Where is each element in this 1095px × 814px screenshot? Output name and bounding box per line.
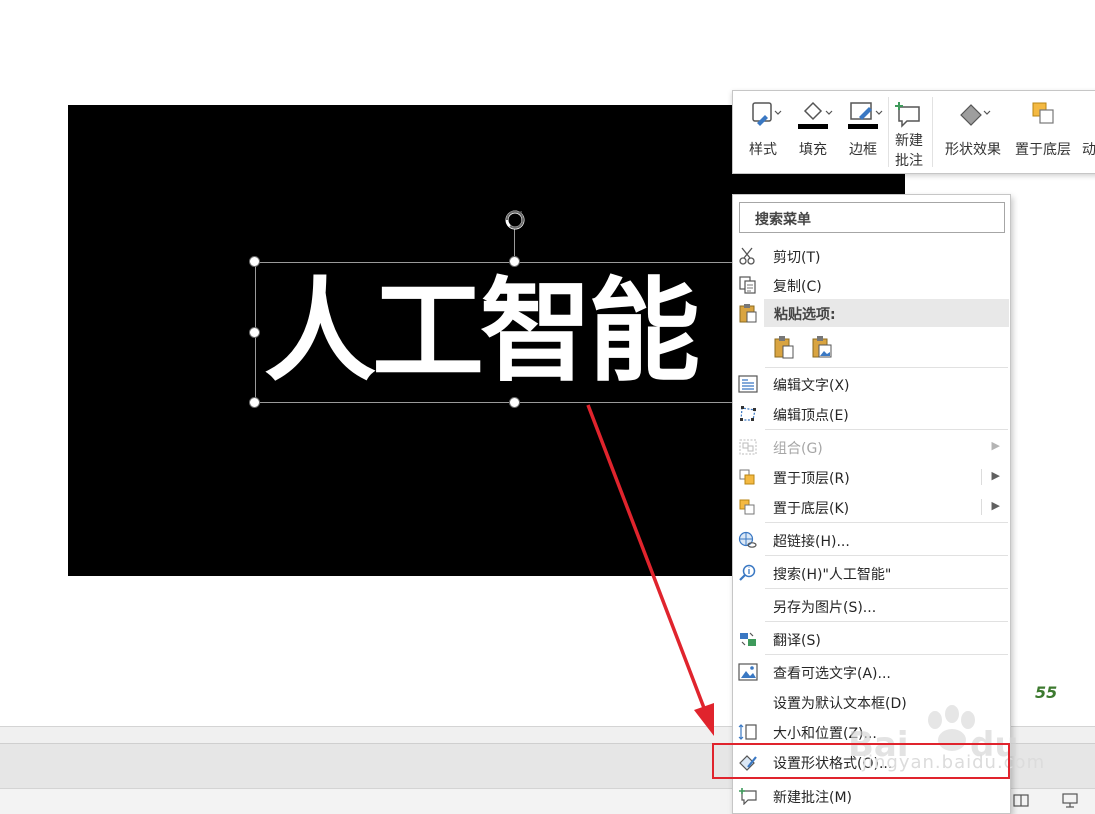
fill-label: 填充 [799, 142, 827, 158]
animation-label: 动 [1082, 142, 1095, 158]
menu-item-search[interactable]: 搜索(H)"人工智能" [733, 559, 1010, 587]
menu-label-send-to-back: 置于底层(K) [773, 501, 850, 517]
bring-to-front-icon [739, 469, 755, 485]
new-comment-icon [739, 788, 757, 805]
pen-outline-icon [848, 102, 883, 129]
menu-item-translate[interactable]: 翻译(S) [733, 625, 1010, 653]
edit-points-icon [740, 406, 756, 421]
shape-style-icon [752, 102, 782, 126]
new-comment-label: 新建 批注 [895, 133, 923, 169]
translate-icon [740, 632, 756, 646]
paste-clipboard-icon [739, 304, 757, 323]
menu-label-bring-to-front: 置于顶层(R) [773, 471, 850, 487]
menu-item-hyperlink[interactable]: 超链接(H)... [733, 526, 1010, 554]
menu-label-search: 搜索(H)"人工智能" [773, 567, 892, 583]
menu-item-send-to-back[interactable]: 置于底层(K) ▶ [733, 493, 1010, 521]
menu-search-input[interactable]: 搜索菜单 [739, 202, 1005, 233]
resize-handle-left[interactable] [249, 327, 260, 338]
menu-label-copy: 复制(C) [773, 279, 822, 295]
group-icon [739, 439, 757, 455]
send-to-back-icon [1032, 102, 1054, 124]
reading-view-icon[interactable] [1012, 792, 1030, 808]
send-to-back-label: 置于底层 [1015, 142, 1071, 158]
outline-label: 边框 [849, 142, 877, 158]
menu-separator [765, 555, 1008, 556]
paste-options-header: 粘贴选项: [764, 299, 1009, 327]
menu-item-bring-to-front[interactable]: 置于顶层(R) ▶ [733, 463, 1010, 491]
menu-label-new-comment: 新建批注(M) [773, 790, 853, 806]
menu-separator [765, 367, 1008, 368]
paste-keep-format-icon[interactable] [773, 335, 795, 359]
new-comment-icon [895, 102, 920, 128]
hyperlink-globe-icon [738, 531, 757, 548]
menu-separator [765, 621, 1008, 622]
smart-lookup-icon [739, 564, 756, 581]
slideshow-icon[interactable] [1061, 792, 1079, 808]
menu-label-hyperlink: 超链接(H)... [773, 534, 850, 550]
toolbar-separator [888, 97, 889, 167]
menu-item-group: 组合(G) ▶ [733, 433, 1010, 461]
submenu-divider [981, 469, 982, 485]
menu-item-alt-text[interactable]: 查看可选文字(A)... [733, 658, 1010, 686]
menu-separator [765, 654, 1008, 655]
scissors-icon [739, 247, 755, 265]
annotation-highlight-box [712, 743, 1010, 779]
fill-button[interactable]: 填充 [791, 91, 835, 175]
submenu-arrow-icon[interactable]: ▶ [992, 499, 1000, 512]
send-to-back-icon [739, 499, 755, 515]
menu-label-save-as-picture: 另存为图片(S)... [773, 600, 877, 616]
outline-button[interactable]: 边框 [841, 91, 885, 175]
submenu-arrow-icon: ▶ [991, 439, 1000, 452]
copy-icon [739, 276, 756, 294]
style-label: 样式 [749, 142, 777, 158]
resize-handle-top-left[interactable] [249, 256, 260, 267]
menu-item-edit-points[interactable]: 编辑顶点(E) [733, 400, 1010, 428]
slide-title-text[interactable]: 人工智能 [264, 262, 700, 403]
submenu-arrow-icon[interactable]: ▶ [992, 469, 1000, 482]
menu-separator [765, 588, 1008, 589]
toolbar-separator [932, 97, 933, 167]
send-to-back-button[interactable]: 置于底层 [1010, 91, 1076, 175]
rotate-handle-icon[interactable] [502, 207, 528, 233]
menu-search-placeholder: 搜索菜单 [755, 212, 811, 228]
menu-item-copy[interactable]: 复制(C) [733, 271, 1010, 299]
menu-separator [765, 429, 1008, 430]
shape-effects-icon [960, 104, 991, 126]
style-button[interactable]: 样式 [741, 91, 785, 175]
menu-label-edit-text: 编辑文字(X) [773, 378, 850, 394]
paste-options-label: 粘贴选项: [774, 307, 836, 323]
size-position-icon [738, 724, 757, 740]
edit-text-icon [738, 375, 758, 393]
menu-item-save-as-picture[interactable]: 另存为图片(S)... [733, 592, 1010, 620]
menu-label-translate: 翻译(S) [773, 633, 821, 649]
submenu-divider [981, 499, 982, 515]
mini-toolbar: 样式 填充 边框 新建 批注 形状效果 置于底层 动 [732, 90, 1095, 174]
menu-item-cut[interactable]: 剪切(T) [733, 242, 1010, 270]
alt-text-picture-icon [738, 663, 758, 681]
resize-handle-top[interactable] [509, 256, 520, 267]
menu-label-edit-points: 编辑顶点(E) [773, 408, 849, 424]
fill-bucket-icon [798, 101, 833, 129]
animation-button[interactable]: 动 [1078, 91, 1095, 175]
menu-label-cut: 剪切(T) [773, 250, 821, 266]
resize-handle-bottom-left[interactable] [249, 397, 260, 408]
paste-as-picture-icon[interactable] [811, 335, 833, 359]
menu-label-alt-text: 查看可选文字(A)... [773, 666, 891, 682]
menu-label-group: 组合(G) [773, 441, 823, 457]
resize-handle-bottom[interactable] [509, 397, 520, 408]
shape-effects-label: 形状效果 [945, 142, 1001, 158]
new-comment-button[interactable]: 新建 批注 [890, 91, 928, 175]
shape-effects-button[interactable]: 形状效果 [940, 91, 1006, 175]
menu-separator [765, 522, 1008, 523]
menu-item-edit-text[interactable]: 编辑文字(X) [733, 370, 1010, 398]
